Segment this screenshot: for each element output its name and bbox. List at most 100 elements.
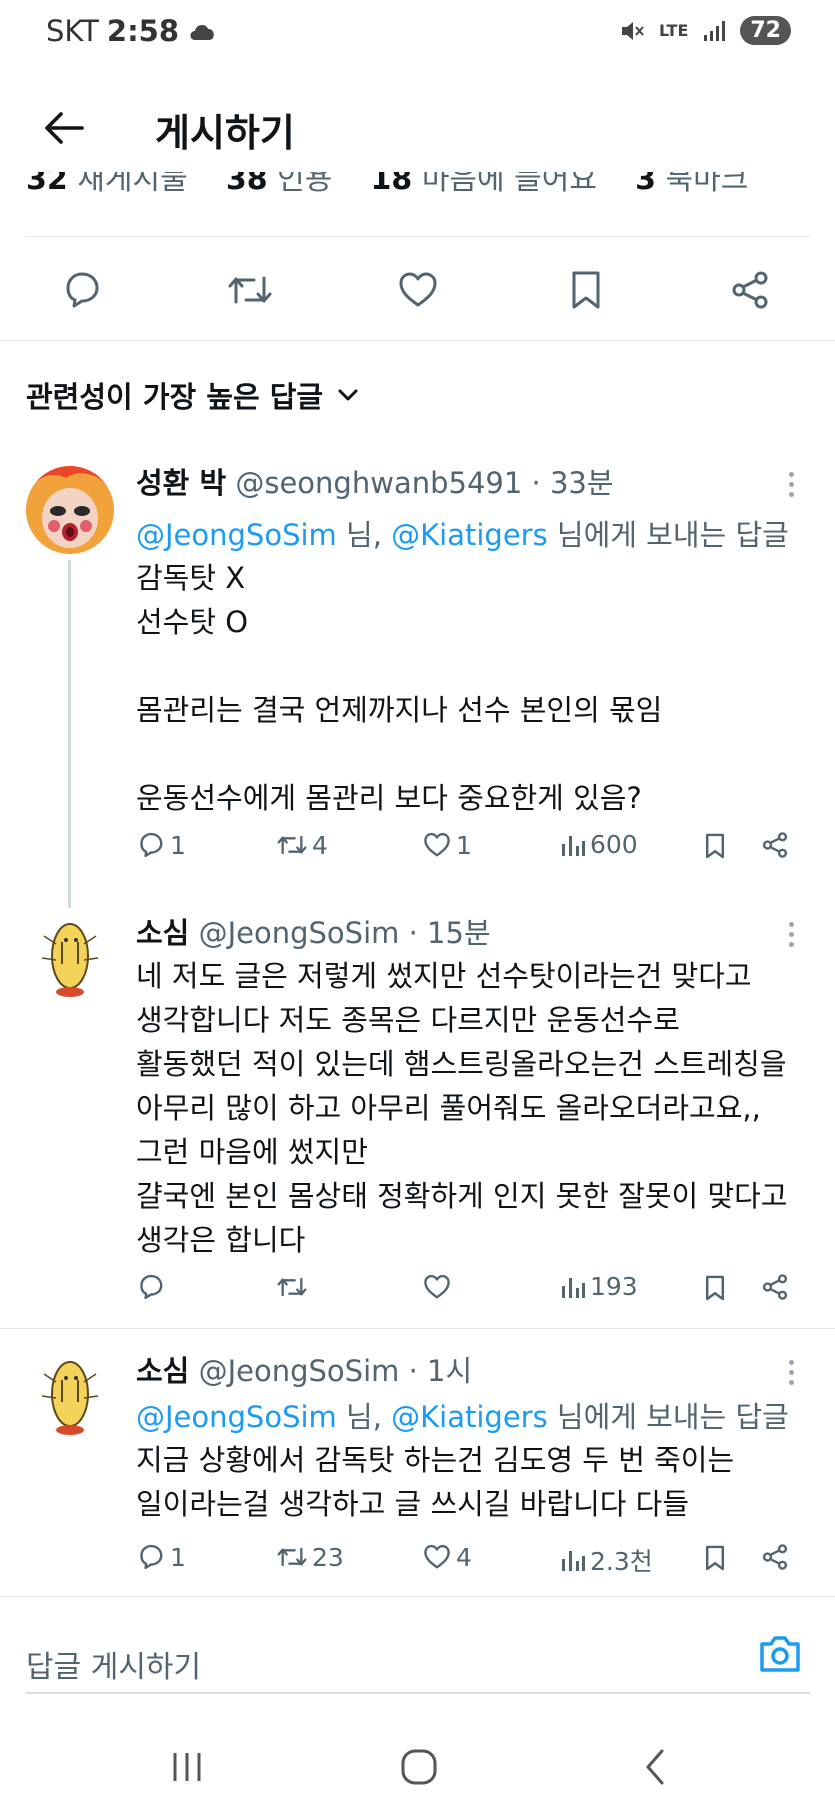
avatar[interactable] [26,914,114,1002]
avatar[interactable] [26,466,114,554]
bookmark-button[interactable] [702,830,728,862]
share-icon [762,832,788,858]
timestamp: · 33분 [531,466,614,500]
status-left: SKT 2:58 [46,14,217,48]
quotes-label[interactable]: 인용 [277,172,332,197]
mention-link[interactable]: @Kiatigers [391,1400,548,1434]
like-count-button[interactable]: 1 [422,830,472,860]
app-header: 게시하기 [0,90,835,170]
like-count: 1 [456,830,472,860]
status-right: LTE 72 [619,16,791,45]
replying-to: @JeongSoSim 님, @Kiatigers 님에게 보내는 답글 [136,1394,789,1436]
bookmarks-label[interactable]: 북마크 [666,172,749,197]
heart-icon [424,832,450,857]
more-options-icon[interactable] [785,922,797,947]
system-nav-bar [0,1720,835,1809]
share-button[interactable] [760,1542,790,1572]
like-count: 4 [456,1542,472,1572]
reply-input[interactable]: 답글 게시하기 [26,1642,201,1686]
avatar-image [41,1361,99,1435]
bookmark-button[interactable] [562,266,610,314]
reply-count: 1 [170,1542,186,1572]
like-count-button[interactable] [422,1272,456,1302]
retweet-button[interactable] [226,266,274,314]
share-icon [762,1274,788,1300]
replying-suffix: 님에게 보내는 답글 [547,1400,789,1434]
share-icon [732,271,768,309]
camera-button[interactable] [758,1634,806,1682]
bookmark-icon [705,1545,725,1571]
display-name[interactable]: 소심 [136,1354,189,1388]
network-label: LTE [658,20,689,40]
reply-sort-dropdown[interactable]: 관련성이 가장 높은 답글 [26,374,359,416]
recent-apps-icon [173,1753,201,1781]
retweet-icon [277,1277,307,1297]
page-title: 게시하기 [155,111,295,155]
reply-text: 네 저도 글은 저렇게 썼지만 선수탓이라는건 맞다고 생각합니다 저도 종목은… [136,959,788,1257]
retweet-count-button[interactable]: 4 [276,830,328,860]
share-button[interactable] [760,1272,790,1302]
share-button[interactable] [726,266,774,314]
more-options-icon[interactable] [785,472,797,497]
quotes-count: 38 [225,172,268,197]
divider [0,1328,835,1329]
retweet-count: 23 [312,1542,344,1572]
views-button[interactable]: 2.3천 [560,1542,653,1578]
likes-label[interactable]: 마음에 들어요 [422,172,597,197]
like-count-button[interactable]: 4 [422,1542,472,1572]
recent-apps-button[interactable] [162,1742,212,1792]
clock: 2:58 [106,14,180,48]
reply-count-button[interactable]: 1 [136,1542,186,1572]
avatar-image [26,466,114,554]
likes-count: 18 [370,172,413,197]
carrier-label: SKT [46,14,99,48]
retweet-count-button[interactable] [276,1272,312,1302]
view-count: 600 [590,830,638,859]
cloud-icon [190,25,214,40]
views-button[interactable]: 193 [560,1272,638,1301]
reply-text: 감독탓 X 선수탓 O 몸관리는 결국 언제까지나 선수 본인의 몫임 운동선수… [136,561,663,815]
bookmark-icon [705,833,725,859]
more-options-icon[interactable] [785,1360,797,1385]
avatar[interactable] [26,1352,114,1440]
reply-metrics: 1 23 4 2.3천 [136,1542,796,1582]
user-handle[interactable]: @seonghwanb5491 [235,466,522,500]
user-handle[interactable]: @JeongSoSim [199,1354,400,1388]
home-button[interactable] [394,1742,444,1792]
views-button[interactable]: 600 [560,830,638,859]
like-button[interactable] [394,266,442,314]
reply-metrics: 1 4 1 600 [136,830,796,870]
retweet-count-button[interactable]: 23 [276,1542,344,1572]
display-name[interactable]: 소심 [136,916,189,950]
reply-icon [140,1544,163,1570]
reply-compose-bar[interactable]: 답글 게시하기 [26,1630,810,1690]
reply-icon [140,1274,163,1300]
views-icon [562,1277,585,1298]
divider [26,236,810,237]
display-name[interactable]: 성환 박 [136,466,226,500]
avatar-image [41,923,99,997]
mention-link[interactable]: @Kiatigers [391,518,548,552]
sort-label: 관련성이 가장 높은 답글 [26,380,324,414]
system-back-button[interactable] [630,1742,680,1792]
share-button[interactable] [760,830,790,860]
view-count: 2.3천 [590,1547,653,1576]
user-handle[interactable]: @JeongSoSim [199,916,400,950]
reply-count-button[interactable]: 1 [136,830,186,860]
reply-count: 1 [170,830,186,860]
divider [0,1596,835,1597]
mention-link[interactable]: @JeongSoSim [136,1400,337,1434]
mention-link[interactable]: @JeongSoSim [136,518,337,552]
bookmark-button[interactable] [702,1542,728,1574]
replying-to: @JeongSoSim 님, @Kiatigers 님에게 보내는 답글 [136,512,789,554]
retweets-label[interactable]: 재게시물 [77,172,187,197]
back-button[interactable] [40,104,88,152]
bookmark-button[interactable] [702,1272,728,1304]
reply-header: 성환 박 @seonghwanb5491 · 33분 [136,460,614,502]
reply-button[interactable] [58,266,106,314]
mute-icon [621,21,644,40]
thread-line [68,560,71,908]
reply-icon [66,272,99,308]
share-icon [762,1544,788,1570]
reply-count-button[interactable] [136,1272,170,1302]
